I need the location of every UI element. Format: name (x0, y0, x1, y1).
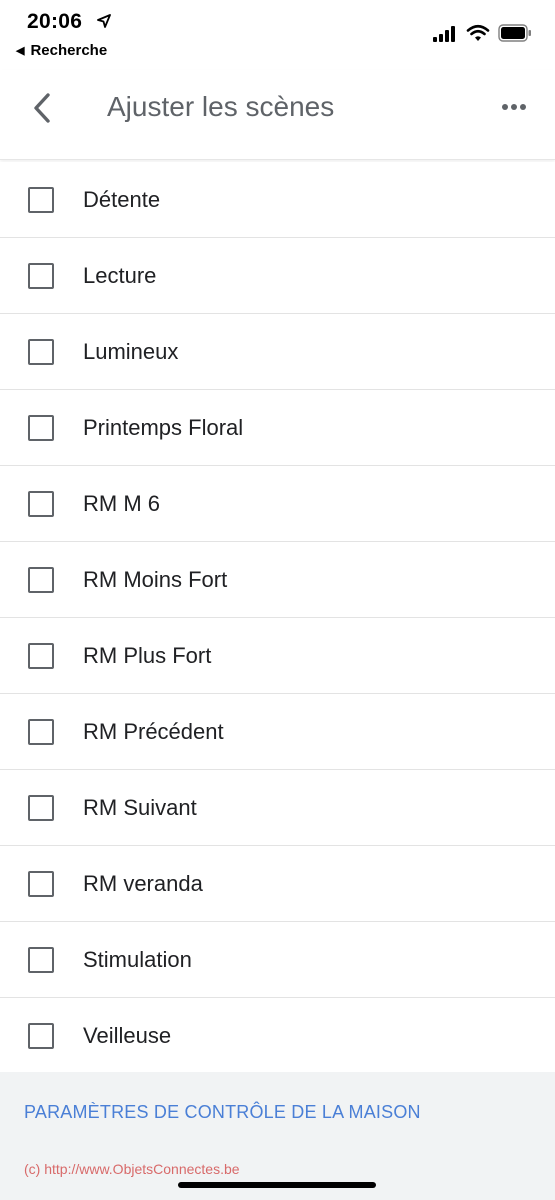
scene-list: Détente Lecture Lumineux Printemps Floral RM… (0, 162, 555, 1074)
page-title: Ajuster les scènes (107, 91, 335, 122)
scene-checkbox[interactable] (28, 262, 54, 289)
scene-item[interactable]: Veilleuse (0, 998, 555, 1074)
scene-item[interactable]: RM Précédent (0, 694, 555, 770)
scene-checkbox[interactable] (28, 338, 54, 365)
scene-label: RM Plus Fort (83, 642, 212, 668)
scene-checkbox[interactable] (28, 186, 54, 213)
footer: PARAMÈTRES DE CONTRÔLE DE LA MAISON (c) … (0, 1072, 555, 1200)
watermark: (c) http://www.ObjetsConnectes.be (24, 1161, 240, 1177)
scene-checkbox[interactable] (28, 718, 54, 745)
back-triangle-icon: ◀ (16, 45, 25, 57)
back-button[interactable] (22, 88, 62, 128)
more-horizontal-icon (502, 104, 526, 110)
scene-checkbox[interactable] (28, 1022, 54, 1049)
scene-label: RM veranda (83, 870, 203, 896)
scene-item[interactable]: RM Moins Fort (0, 542, 555, 618)
scene-item[interactable]: Printemps Floral (0, 390, 555, 466)
home-indicator[interactable] (178, 1182, 376, 1188)
scene-item[interactable]: Stimulation (0, 922, 555, 998)
scene-label: RM Suivant (83, 794, 197, 820)
scene-checkbox[interactable] (28, 870, 54, 897)
wifi-icon (466, 24, 490, 41)
more-options-button[interactable] (494, 92, 534, 122)
scene-item[interactable]: RM M 6 (0, 466, 555, 542)
chevron-left-icon (34, 93, 50, 123)
scene-checkbox[interactable] (28, 414, 54, 441)
scene-label: RM M 6 (83, 490, 160, 516)
scene-item[interactable]: Lumineux (0, 314, 555, 390)
scene-label: Veilleuse (83, 1022, 172, 1048)
scene-label: RM Moins Fort (83, 566, 228, 592)
scene-checkbox[interactable] (28, 794, 54, 821)
cellular-signal-icon (433, 26, 455, 42)
scene-checkbox[interactable] (28, 642, 54, 669)
status-bar: 20:06 ◀ Recherche (0, 0, 555, 70)
scene-label: Lecture (83, 262, 157, 288)
scene-item[interactable]: RM veranda (0, 846, 555, 922)
scene-label: Stimulation (83, 946, 192, 972)
scene-label: Lumineux (83, 338, 179, 364)
back-to-app-button[interactable]: ◀ Recherche (16, 42, 107, 59)
scene-item[interactable]: Détente (0, 162, 555, 238)
scene-checkbox[interactable] (28, 946, 54, 973)
location-arrow-icon (97, 14, 111, 28)
home-control-settings-link[interactable]: PARAMÈTRES DE CONTRÔLE DE LA MAISON (24, 1102, 421, 1123)
app-bar: Ajuster les scènes (0, 70, 555, 160)
status-time: 20:06 (27, 10, 83, 33)
battery-icon (498, 24, 531, 42)
scene-label: RM Précédent (83, 718, 224, 744)
scene-item[interactable]: RM Suivant (0, 770, 555, 846)
scene-checkbox[interactable] (28, 566, 54, 593)
scene-label: Printemps Floral (83, 414, 244, 440)
scene-checkbox[interactable] (28, 490, 54, 517)
scene-item[interactable]: Lecture (0, 238, 555, 314)
scene-label: Détente (83, 186, 161, 212)
scene-item[interactable]: RM Plus Fort (0, 618, 555, 694)
back-app-label: Recherche (30, 42, 108, 59)
